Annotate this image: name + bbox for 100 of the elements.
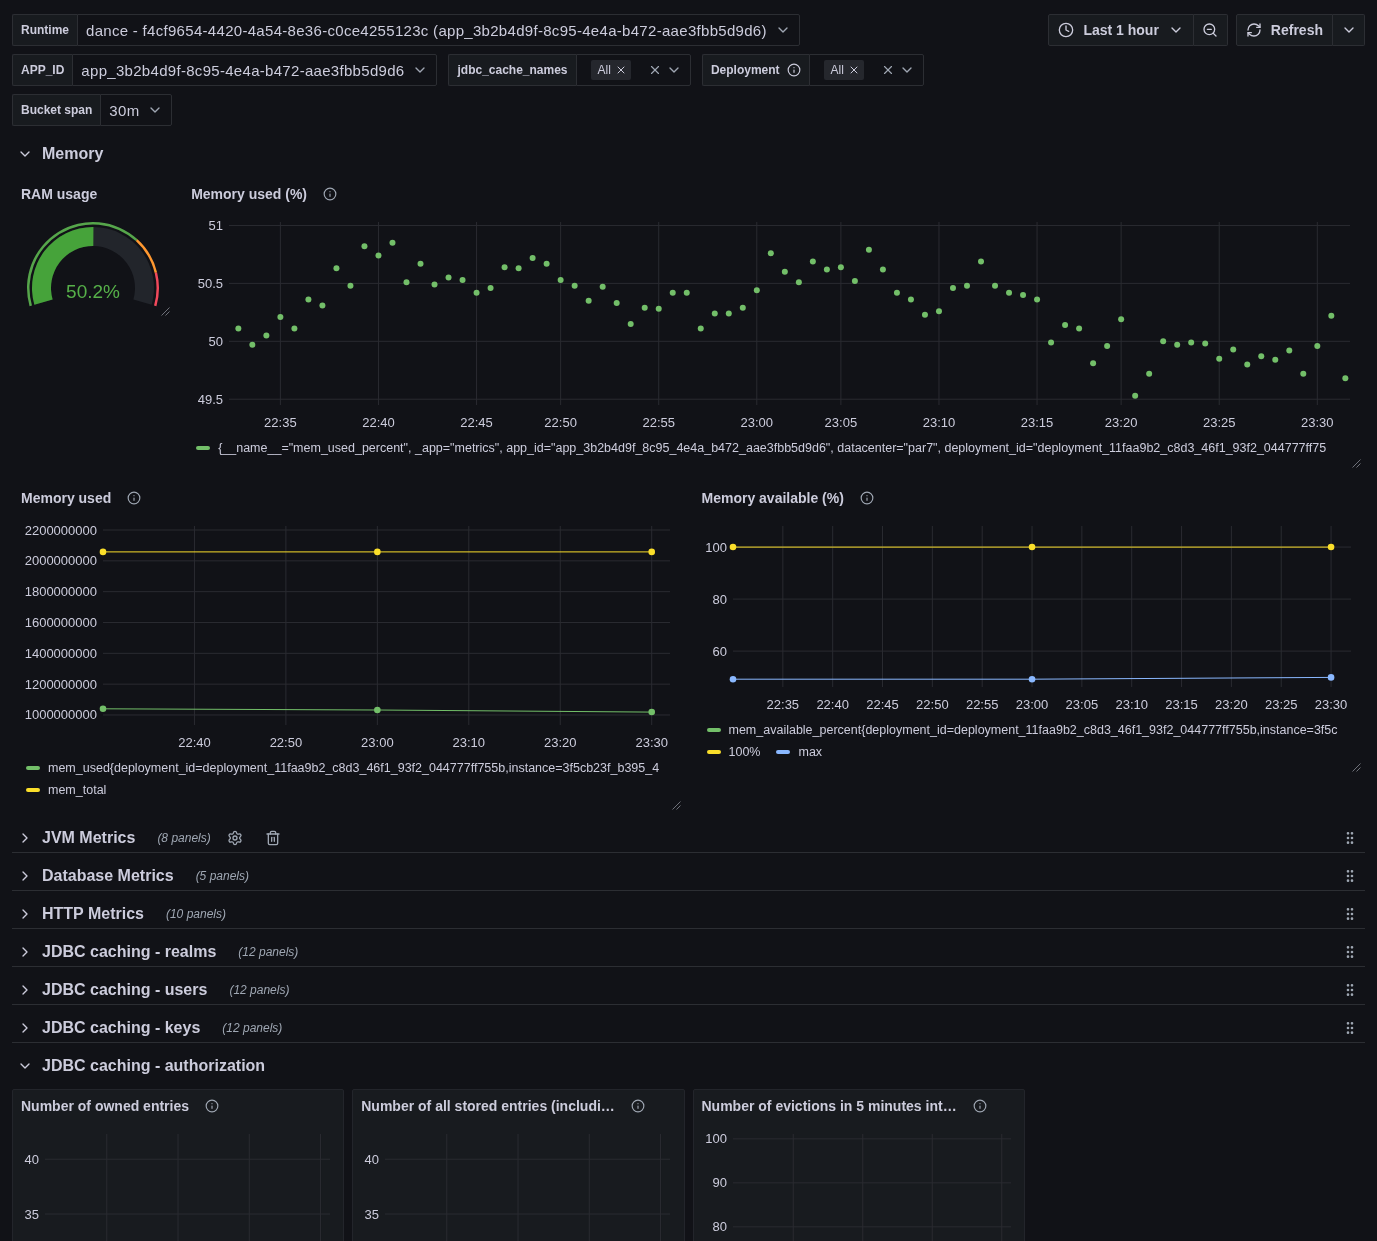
data-point [1327,674,1334,681]
data-point [725,310,732,317]
data-point [922,311,929,318]
panel-title: Number of evictions in 5 minutes int… [701,1097,957,1114]
data-point [613,300,620,307]
x-axis-label: 23:00 [740,415,774,430]
data-point [1258,353,1265,360]
y-axis-label: 1600000000 [24,615,97,630]
panel-title: Number of owned entries [21,1097,190,1114]
data-point [936,308,943,315]
panel-count: (12 panels) [238,944,299,959]
resize-handle-icon[interactable] [1352,763,1361,772]
row-toggle[interactable]: JDBC caching - realms [17,942,217,961]
refresh-interval-button[interactable] [1333,14,1365,46]
data-point [235,325,242,332]
row-toggle[interactable]: Database Metrics [17,866,174,885]
variable-multi-select[interactable]: All [808,54,924,86]
variable-label[interactable]: Bucket span [12,94,101,126]
x-axis-label: 22:40 [362,415,395,430]
x-axis-label: 22:40 [815,697,849,712]
data-point [501,264,508,271]
panel-title: Memory used [21,489,112,506]
data-point [459,276,466,283]
data-point [1327,543,1334,551]
panel-count: (12 panels) [222,1020,283,1035]
data-point [599,283,606,290]
variable-label[interactable]: Runtime [12,14,77,46]
y-axis-label: 2200000000 [24,522,97,538]
value-tag[interactable]: All [590,60,631,80]
variable-select[interactable]: dance - f4cf9654-4420-4a54-8e36-c0ce4255123c (app_3b2b4d9f-8c95-4e4a-b472-aae3fbb5d9d6) [77,14,800,46]
data-point [1076,325,1083,332]
y-axis-label: 35 [24,1206,39,1222]
legend-label[interactable]: mem_total [48,783,107,797]
time-range-picker[interactable]: Last 1 hour [1048,14,1194,46]
panel-count: (12 panels) [229,982,290,997]
data-point [375,252,382,259]
data-point [1342,375,1349,382]
legend-label[interactable]: mem_used{deployment_id=deployment_11faa9b2_c8d3_46f1_93f2_044777ff755b,instance=3f5cb23f_b395_4 [48,761,660,775]
trash-icon[interactable] [264,829,281,846]
x-axis-label: 22:35 [264,415,297,430]
x-axis-label: 22:55 [642,415,676,430]
row-toggle[interactable]: JVM Metrics [17,828,136,847]
y-axis-label: 80 [712,1219,727,1235]
data-point [473,289,480,296]
data-point [249,341,256,348]
variable-label[interactable]: Deployment [701,54,809,86]
data-point [1300,370,1307,377]
x-axis-label: 23:10 [452,735,486,750]
resize-handle-icon[interactable] [1352,459,1361,468]
y-axis-label: 1400000000 [24,645,97,661]
data-point [781,268,788,275]
legend-label[interactable]: max [798,745,823,759]
y-axis-label: 1800000000 [24,584,97,600]
data-point [389,239,396,246]
x-axis-label: 22:35 [766,697,799,712]
variable-label[interactable]: jdbc_cache_names [448,54,576,86]
zoom-out-button[interactable] [1193,14,1228,46]
row-toggle[interactable]: HTTP Metrics [17,904,144,923]
legend-label[interactable]: 100% [728,745,761,759]
data-point [669,289,676,296]
data-point [729,675,736,683]
variable-select[interactable]: 30m [100,94,173,126]
data-point [1202,340,1209,347]
data-point [277,314,284,320]
legend-label[interactable]: {__name__="mem_used_percent", _app="metrics", app_id="app_3b2b4d9f_8c95_4e4a_b472_aae3fbb5d9d6", datacenter="par7", deployment_id="deployment_11faa9b2_c8d3_46f1_93f2_044777ff75 [218,441,1327,455]
refresh-button[interactable]: Refresh [1235,14,1333,46]
row-toggle[interactable]: JDBC caching - users [17,980,208,999]
zoom-out-icon [1202,22,1219,38]
row-toggle[interactable]: JDBC caching - authorization [17,1057,266,1075]
variable-select[interactable]: app_3b2b4d9f-8c95-4e4a-b472-aae3fbb5d9d6 [72,54,438,86]
legend-label[interactable]: mem_available_percent{deployment_id=deployment_11faa9b2_c8d3_46f1_93f2_044777ff755b,instance=3f5c [728,723,1338,737]
settings-icon[interactable] [226,829,243,846]
data-point [557,276,564,283]
data-point [361,243,368,250]
data-point [1132,392,1139,399]
data-point [403,279,410,286]
panel-count: (5 panels) [195,868,249,883]
data-point [1048,339,1055,346]
data-point [1118,316,1125,323]
refresh-icon [1245,22,1262,38]
value-tag[interactable]: All [823,60,864,80]
data-point [487,285,494,291]
x-axis-label: 23:05 [1065,697,1098,712]
row-toggle[interactable]: JDBC caching - keys [17,1018,201,1037]
resize-handle-icon[interactable] [671,801,681,810]
row-toggle[interactable]: Memory [17,145,104,163]
variable-label[interactable]: APP_ID [12,54,73,86]
x-axis-label: 23:15 [1020,415,1054,430]
data-point [1314,342,1321,349]
data-point [1090,360,1097,367]
resize-handle-icon[interactable] [161,307,171,316]
data-point [810,258,816,265]
data-point [648,708,655,716]
data-point [1286,347,1293,354]
data-point [894,289,901,296]
x-axis-label: 23:10 [922,415,956,430]
data-point [543,260,550,267]
clock-icon [1058,22,1075,38]
variable-multi-select[interactable]: All [575,54,691,86]
data-point [1020,291,1027,298]
